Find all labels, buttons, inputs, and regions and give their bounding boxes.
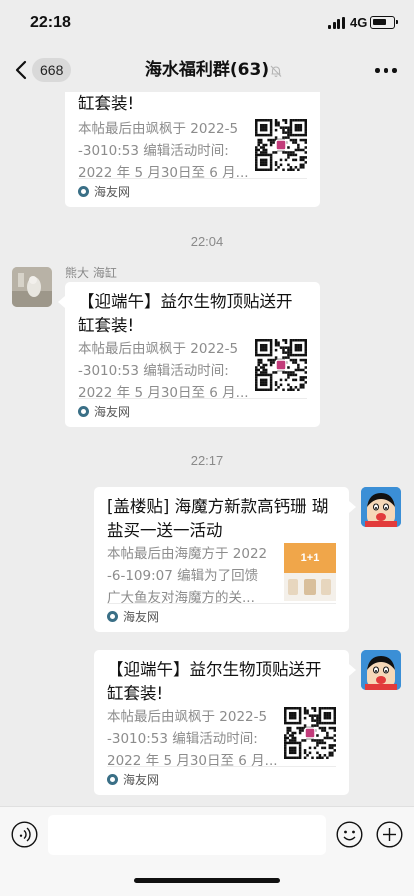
home-indicator [134,878,280,883]
promo-products [284,573,336,601]
link-card[interactable]: 【迎端午】益尔生物顶贴送开 缸套装! 本帖最后由飒枫于 2022-5 -3010… [94,650,349,795]
emoji-icon[interactable] [336,821,363,848]
card-divider [107,603,336,604]
card-title: [盖楼贴] 海魔方新款高钙珊 瑚 盐买一送一活动 [107,495,339,543]
ellipsis-icon[interactable] [375,68,397,74]
bell-slash-icon [269,63,283,77]
sender-name: 熊大 海缸 [65,266,117,280]
bubble-tail [58,296,65,308]
card-title: 缸套装! [78,92,310,116]
card-desc-line: -3010:53 编辑活动时间: [78,143,229,159]
card-source: 海友网 [107,771,159,788]
chat-title[interactable]: 海水福利群(63) [0,58,414,82]
card-divider [78,178,307,179]
avatar[interactable] [12,267,52,307]
link-card[interactable]: [盖楼贴] 海魔方新款高钙珊 瑚 盐买一送一活动 本帖最后由海魔方于 2022 … [94,487,349,632]
card-title-line: 缸套装! [107,684,164,703]
card-desc-line: -3010:53 编辑活动时间: [107,731,258,747]
card-desc-line: 本帖最后由飒枫于 2022-5 [78,121,239,137]
link-card[interactable]: 【迎端午】益尔生物顶贴送开 缸套装! 本帖最后由飒枫于 2022-5 -3010… [65,282,320,427]
card-desc-line: 本帖最后由飒枫于 2022-5 [107,709,268,725]
card-desc-line: 本帖最后由飒枫于 2022-5 [78,341,239,357]
source-logo-icon [78,406,89,417]
time-divider: 22:04 [190,234,224,249]
card-divider [107,766,336,767]
avatar[interactable] [361,650,401,690]
card-desc-line: 广大鱼友对海魔方的关... [107,590,255,606]
source-label: 海友网 [123,610,160,624]
battery-icon [370,16,398,29]
card-source: 海友网 [78,403,130,420]
source-logo-icon [107,774,118,785]
card-title-line: 缸套装! [78,94,135,113]
card-title: 【迎端午】益尔生物顶贴送开 缸套装! [107,658,339,706]
qr-code-image [284,707,336,759]
card-desc-line: -6-109:07 编辑为了回馈 [107,568,259,584]
card-desc: 本帖最后由飒枫于 2022-5 -3010:53 编辑活动时间: 2022 年 … [78,338,248,404]
status-bar: 22:18 4G [0,0,414,48]
card-title-line: 【迎端午】益尔生物顶贴送开 [78,292,293,311]
source-logo-icon [107,611,118,622]
card-desc: 本帖最后由飒枫于 2022-5 -3010:53 编辑活动时间: 2022 年 … [78,118,248,184]
voice-icon[interactable] [11,821,38,848]
card-desc-line: -3010:53 编辑活动时间: [78,363,229,379]
card-desc-line: 本帖最后由海魔方于 2022 [107,546,268,562]
status-time: 22:18 [30,14,71,31]
time-divider: 22:17 [190,453,224,468]
card-title-line: [盖楼贴] 海魔方新款高钙珊 瑚 [107,497,329,516]
card-desc: 本帖最后由飒枫于 2022-5 -3010:53 编辑活动时间: 2022 年 … [107,706,277,772]
source-label: 海友网 [94,405,131,419]
qr-code-image [255,119,307,171]
message-input[interactable] [48,815,326,855]
card-desc: 本帖最后由海魔方于 2022 -6-109:07 编辑为了回馈 广大鱼友对海魔方… [107,543,277,609]
card-desc-line: 2022 年 5 月30日至 6 月... [78,385,248,401]
card-title-line: 【迎端午】益尔生物顶贴送开 [107,660,322,679]
chat-area[interactable]: 缸套装! 本帖最后由飒枫于 2022-5 -3010:53 编辑活动时间: 20… [0,92,414,806]
signal-icon [328,17,346,29]
card-desc-line: 2022 年 5 月30日至 6 月... [107,753,277,769]
bubble-tail [349,664,356,676]
source-label: 海友网 [94,185,131,199]
card-divider [78,398,307,399]
source-logo-icon [78,186,89,197]
link-card[interactable]: 缸套装! 本帖最后由飒枫于 2022-5 -3010:53 编辑活动时间: 20… [65,92,320,207]
card-title: 【迎端午】益尔生物顶贴送开 缸套装! [78,290,310,338]
bubble-tail [349,501,356,513]
card-source: 海友网 [107,608,159,625]
source-label: 海友网 [123,773,160,787]
card-title-line: 缸套装! [78,316,135,335]
promo-thumbnail: 1+1 [284,543,336,601]
promo-banner: 1+1 [284,543,336,573]
qr-code-image [255,339,307,391]
network-type: 4G [350,15,368,30]
avatar[interactable] [361,487,401,527]
card-source: 海友网 [78,183,130,200]
card-title-line: 盐买一送一活动 [107,521,223,540]
card-desc-line: 2022 年 5 月30日至 6 月... [78,165,248,181]
plus-circle-icon[interactable] [376,821,403,848]
nav-bar: 668 海水福利群(63) [0,48,414,92]
